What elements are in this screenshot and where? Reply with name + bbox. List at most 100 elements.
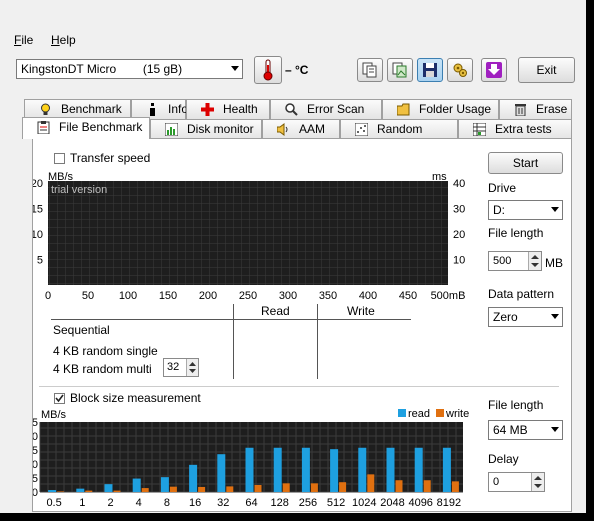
transfer-speed-checkbox[interactable] (54, 153, 65, 164)
block-y-tick-label: 25 (33, 417, 38, 429)
x-tick-label: 250 (239, 290, 257, 302)
read-bar (301, 447, 310, 492)
block-file-length-label: File length (488, 398, 544, 412)
x-tick-label: 0 (45, 290, 51, 302)
tab-label: File Benchmark (59, 120, 143, 134)
chevron-down-icon (551, 207, 559, 212)
bulb-icon (41, 103, 50, 115)
file-length-stepper[interactable]: 500 (488, 251, 542, 271)
tab-folder-usage[interactable]: Folder Usage (382, 99, 499, 119)
tab-label: Erase (536, 102, 568, 116)
write-bar (423, 480, 431, 492)
copy-screenshot-button[interactable] (387, 58, 413, 82)
block-y-tick-label: 0 (33, 487, 38, 499)
tab-label: Extra tests (495, 122, 552, 136)
results-top-rule (51, 319, 411, 320)
data-pattern-label: Data pattern (488, 287, 555, 301)
y-right-tick-label: 20 (453, 229, 465, 241)
tab-label: Error Scan (307, 102, 365, 116)
block-y-tick-label: 15 (33, 445, 38, 457)
write-bar (57, 491, 65, 492)
floppy-disk-icon (423, 63, 437, 77)
save-button[interactable] (417, 58, 443, 82)
queue-depth-stepper[interactable]: 32 (163, 358, 199, 377)
trash-icon (515, 104, 526, 116)
delay-stepper[interactable]: 0 (488, 472, 545, 492)
read-bar (104, 484, 113, 492)
x-tick-label: 200 (199, 290, 217, 302)
tab-health[interactable]: Health (186, 99, 270, 119)
y-left-tick-label: 10 (33, 229, 43, 241)
x-tick-label: 150 (159, 290, 177, 302)
legend-swatch-read (398, 409, 406, 417)
file-benchmark-panel: Transfer speed MB/s ms 20 15 10 5 40 30 20 10 … (32, 138, 572, 512)
download-button[interactable] (481, 58, 507, 82)
write-bar (169, 486, 177, 492)
block-x-tick-label: 2 (107, 497, 113, 509)
gears-icon (453, 63, 467, 77)
tab-erase[interactable]: Erase (499, 99, 572, 119)
info-icon (150, 103, 155, 116)
block-size-checkbox[interactable] (54, 393, 65, 404)
tab-error-scan[interactable]: Error Scan (270, 99, 382, 119)
random-single-label: 4 KB random single (53, 344, 158, 358)
download-arrow-icon (486, 62, 502, 78)
tab-random-access[interactable]: Random Access (340, 119, 458, 155)
write-bar (198, 486, 206, 492)
block-x-tick-label: 64 (245, 497, 257, 509)
write-bar (254, 485, 262, 492)
block-x-tick-label: 2048 (380, 497, 404, 509)
transfer-speed-label: Transfer speed (70, 151, 151, 165)
menu-help[interactable]: Help (51, 33, 76, 47)
folder-icon (397, 103, 410, 116)
file-length-unit: MB (545, 256, 563, 270)
x-tick-label: 400 (359, 290, 377, 302)
write-bar (85, 490, 93, 492)
copy-text-button[interactable] (357, 58, 383, 82)
app-window: File Help KingstonDT Micro (15 gB) – °C (0, 0, 586, 513)
block-file-length-select[interactable]: 64 MB (488, 420, 563, 440)
tab-disk-monitor[interactable]: Disk monitor (150, 119, 262, 139)
drive-select[interactable]: D: (488, 200, 563, 220)
block-size-label: Block size measurement (70, 391, 201, 405)
read-bar (76, 488, 85, 492)
read-column-header: Read (261, 304, 290, 318)
stepper-arrows-icon[interactable] (528, 252, 541, 270)
temperature-button[interactable] (254, 56, 282, 84)
x-tick-label: 450 (399, 290, 417, 302)
block-x-tick-label: 16 (189, 497, 201, 509)
start-button[interactable]: Start (488, 152, 563, 174)
write-column-header: Write (347, 304, 375, 318)
grid-icon (473, 123, 486, 136)
health-cross-icon (201, 103, 214, 116)
tab-extra-tests[interactable]: Extra tests (458, 119, 572, 139)
exit-button[interactable]: Exit (518, 57, 575, 83)
stepper-arrows-icon[interactable] (186, 359, 198, 376)
temperature-readout: – °C (285, 63, 309, 77)
data-pattern-select[interactable]: Zero (488, 307, 563, 327)
tab-aam[interactable]: AAM (262, 119, 340, 139)
tab-label: Info (168, 102, 189, 116)
trial-watermark: trial version (51, 184, 108, 196)
tab-info[interactable]: Info (131, 99, 189, 119)
tab-label: Health (223, 102, 258, 116)
drive-label: Drive (488, 181, 517, 195)
read-bar (358, 447, 367, 492)
tab-file-benchmark[interactable]: File Benchmark (22, 117, 150, 139)
write-bar (113, 490, 121, 492)
menu-file[interactable]: File (14, 33, 33, 47)
read-bar (273, 447, 282, 492)
chevron-down-icon (231, 66, 239, 71)
stepper-arrows-icon[interactable] (531, 473, 544, 491)
write-bar (310, 483, 318, 492)
block-y-tick-label: 20 (33, 431, 38, 443)
device-select[interactable]: KingstonDT Micro (15 gB) (16, 59, 243, 79)
sequential-label: Sequential (53, 323, 110, 337)
x-tick-label: 100 (119, 290, 137, 302)
read-bar (189, 464, 198, 492)
magnifier-icon (285, 103, 298, 116)
tab-benchmark[interactable]: Benchmark (24, 99, 131, 119)
y-left-tick-label: 15 (33, 204, 43, 216)
read-bar (245, 447, 254, 492)
options-button[interactable] (447, 58, 473, 82)
